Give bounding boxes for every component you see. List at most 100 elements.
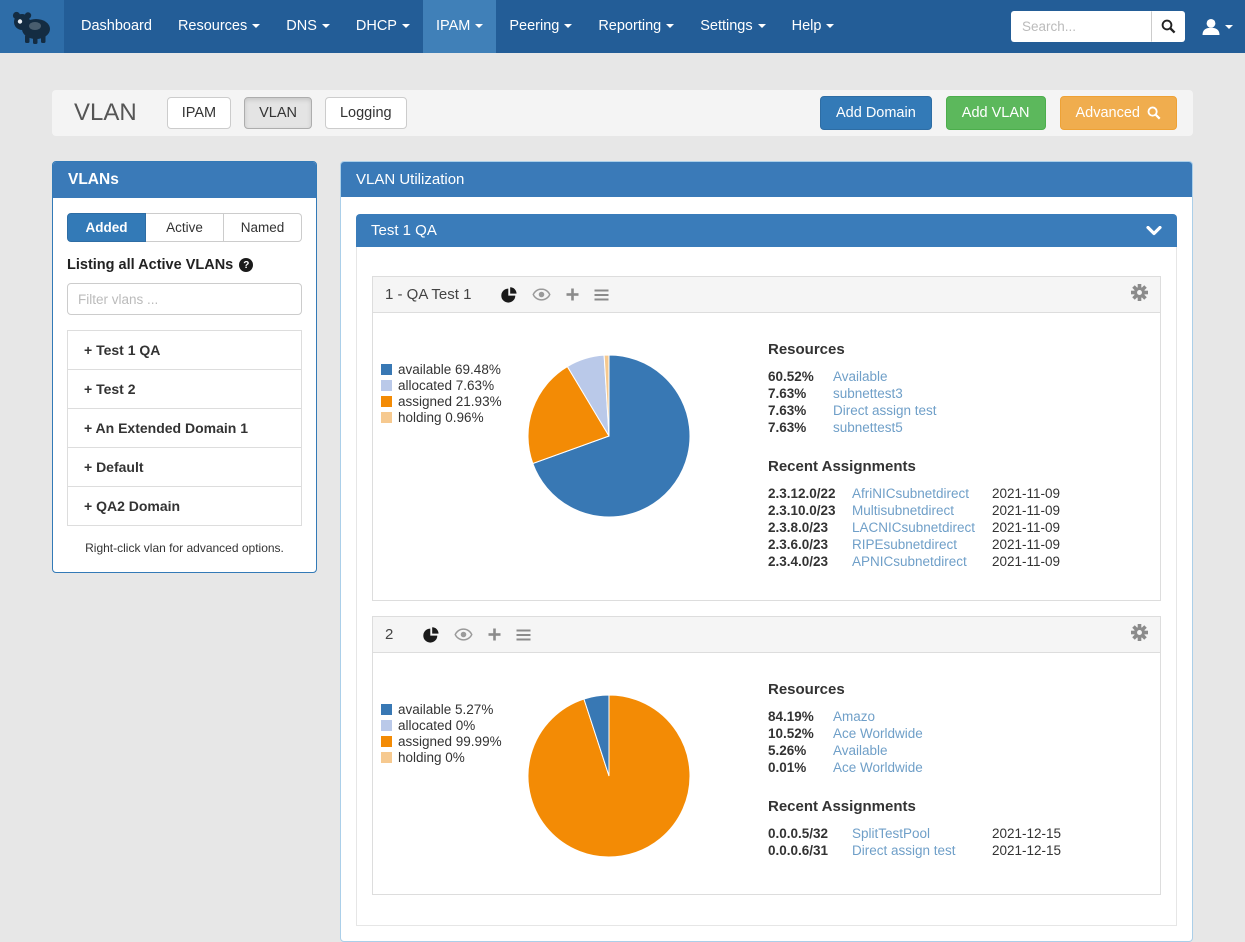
search-button[interactable]: [1151, 11, 1185, 42]
legend-item: assigned 99.99%: [381, 733, 526, 749]
nav-link-help[interactable]: Help: [779, 0, 848, 53]
nav-item-dhcp[interactable]: DHCP: [343, 0, 423, 53]
visibility-button[interactable]: [454, 628, 473, 641]
resources-list: 60.52%Available7.63%subnettest37.63%Dire…: [768, 368, 1152, 436]
list-icon: [516, 629, 531, 641]
card-settings: [1131, 624, 1148, 645]
domain-title: Test 1 QA: [371, 222, 437, 239]
caret-down-icon: [666, 24, 674, 28]
resource-link[interactable]: Ace Worldwide: [833, 726, 923, 741]
nav-link-reporting[interactable]: Reporting: [585, 0, 687, 53]
nav-item-dns[interactable]: DNS: [273, 0, 343, 53]
pie-chart: [526, 681, 696, 864]
nav-label: Dashboard: [81, 18, 152, 34]
add-vlan-button[interactable]: Add VLAN: [946, 96, 1046, 130]
assignment-resource-link[interactable]: SplitTestPool: [852, 826, 992, 841]
button-label: Advanced: [1076, 105, 1141, 121]
assignment-block: 2.3.10.0/23: [768, 503, 852, 518]
filter-vlans-input[interactable]: [67, 283, 302, 315]
resource-link[interactable]: Amazo: [833, 709, 875, 724]
provision-logo[interactable]: [0, 0, 64, 53]
assignment-date: 2021-12-15: [992, 843, 1061, 858]
caret-down-icon: [758, 24, 766, 28]
visibility-button[interactable]: [532, 288, 551, 301]
advanced-button[interactable]: Advanced: [1060, 96, 1178, 130]
view-tab-vlan[interactable]: VLAN: [244, 97, 312, 129]
chevron-down-icon[interactable]: [1146, 226, 1162, 236]
nav-label: IPAM: [436, 18, 470, 34]
vlan-list-item[interactable]: + An Extended Domain 1: [68, 408, 301, 447]
tab-active[interactable]: Active: [146, 213, 224, 242]
assignment-resource-link[interactable]: LACNICsubnetdirect: [852, 520, 992, 535]
assignment-resource-link[interactable]: Multisubnetdirect: [852, 503, 992, 518]
add-button[interactable]: [566, 288, 579, 301]
nav-link-peering[interactable]: Peering: [496, 0, 585, 53]
user-menu[interactable]: [1201, 18, 1233, 36]
nav-item-reporting[interactable]: Reporting: [585, 0, 687, 53]
card-header: 1 - QA Test 1: [373, 277, 1160, 313]
resource-link[interactable]: Direct assign test: [833, 403, 937, 418]
list-view-button[interactable]: [516, 629, 531, 641]
user-icon: [1201, 18, 1221, 36]
view-tab-ipam[interactable]: IPAM: [167, 97, 231, 129]
resource-link[interactable]: subnettest5: [833, 420, 903, 435]
vlan-filter-tabs: Added Active Named: [67, 213, 302, 242]
vlan-list-item[interactable]: + Test 1 QA: [68, 331, 301, 369]
vlan-list-item[interactable]: + Test 2: [68, 369, 301, 408]
add-domain-button[interactable]: Add Domain: [820, 96, 932, 130]
assignments-list: 2.3.12.0/22AfriNICsubnetdirect2021-11-09…: [768, 485, 1152, 570]
caret-down-icon: [475, 24, 483, 28]
assignment-resource-link[interactable]: Direct assign test: [852, 843, 992, 858]
caret-down-icon: [826, 24, 834, 28]
legend-swatch-allocated: [381, 720, 392, 731]
pie-chart-view-button[interactable]: [423, 627, 439, 643]
resource-link[interactable]: Available: [833, 743, 888, 758]
settings-button[interactable]: [1131, 284, 1148, 301]
nav-link-resources[interactable]: Resources: [165, 0, 273, 53]
nav-link-ipam[interactable]: IPAM: [423, 0, 496, 53]
nav-link-dashboard[interactable]: Dashboard: [68, 0, 165, 53]
assignment-resource-link[interactable]: RIPEsubnetdirect: [852, 537, 992, 552]
search-icon: [1161, 19, 1176, 34]
assignment-resource-link[interactable]: AfriNICsubnetdirect: [852, 486, 992, 501]
legend-swatch-available: [381, 704, 392, 715]
resource-percent: 7.63%: [768, 403, 833, 418]
assignment-block: 0.0.0.6/31: [768, 843, 852, 858]
add-button[interactable]: [488, 628, 501, 641]
resource-link[interactable]: Available: [833, 369, 888, 384]
list-view-button[interactable]: [594, 289, 609, 301]
nav-item-dashboard[interactable]: Dashboard: [68, 0, 165, 53]
nav-item-settings[interactable]: Settings: [687, 0, 778, 53]
assignment-row: 0.0.0.6/31Direct assign test2021-12-15: [768, 842, 1152, 859]
nav-link-settings[interactable]: Settings: [687, 0, 778, 53]
nav-link-dhcp[interactable]: DHCP: [343, 0, 423, 53]
legend-swatch-available: [381, 364, 392, 375]
vlan-list-item[interactable]: + Default: [68, 447, 301, 486]
page: VLAN IPAM VLAN Logging Add Domain Add VL…: [0, 90, 1245, 942]
nav-item-peering[interactable]: Peering: [496, 0, 585, 53]
assignment-date: 2021-11-09: [992, 554, 1060, 569]
vlan-list-item[interactable]: + QA2 Domain: [68, 486, 301, 525]
eye-icon: [454, 628, 473, 641]
caret-down-icon: [564, 24, 572, 28]
header-actions: Add Domain Add VLAN Advanced: [820, 96, 1177, 130]
settings-button[interactable]: [1131, 624, 1148, 641]
assignment-resource-link[interactable]: APNICsubnetdirect: [852, 554, 992, 569]
resource-link[interactable]: Ace Worldwide: [833, 760, 923, 775]
help-icon[interactable]: ?: [239, 258, 253, 272]
domain-header[interactable]: Test 1 QA: [356, 214, 1177, 247]
resource-percent: 7.63%: [768, 386, 833, 401]
resources-heading: Resources: [768, 681, 1152, 698]
nav-item-help[interactable]: Help: [779, 0, 848, 53]
resource-link[interactable]: subnettest3: [833, 386, 903, 401]
tab-named[interactable]: Named: [224, 213, 302, 242]
nav-item-ipam[interactable]: IPAM: [423, 0, 496, 53]
legend-swatch-holding: [381, 752, 392, 763]
nav-link-dns[interactable]: DNS: [273, 0, 343, 53]
nav-item-resources[interactable]: Resources: [165, 0, 273, 53]
tab-added[interactable]: Added: [67, 213, 146, 242]
pie-chart-view-button[interactable]: [501, 287, 517, 303]
view-tab-logging[interactable]: Logging: [325, 97, 407, 129]
search-input[interactable]: [1011, 11, 1151, 42]
caret-down-icon: [252, 24, 260, 28]
